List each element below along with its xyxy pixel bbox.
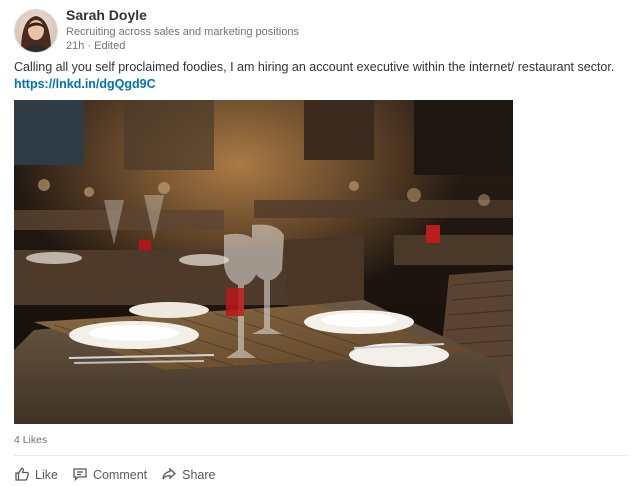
- post-image[interactable]: [14, 100, 513, 424]
- comment-icon: [72, 466, 93, 485]
- avatar[interactable]: [14, 9, 58, 53]
- thumbs-up-icon: [14, 466, 35, 485]
- share-label: Share: [182, 468, 216, 482]
- post-text: Calling all you self proclaimed foodies,…: [14, 60, 615, 74]
- comment-label: Comment: [92, 468, 148, 482]
- comment-button[interactable]: Comment: [72, 466, 147, 485]
- share-icon: [161, 466, 182, 485]
- post-link[interactable]: https://lnkd.in/dgQgd9C: [14, 77, 156, 91]
- share-button[interactable]: Share: [161, 466, 215, 485]
- like-button[interactable]: Like: [14, 466, 58, 485]
- author-headline: Recruiting across sales and marketing po…: [66, 26, 299, 38]
- likes-count[interactable]: 4 Likes: [14, 434, 47, 446]
- post-timestamp: 21h · Edited: [66, 40, 126, 52]
- divider: [14, 455, 628, 456]
- like-label: Like: [35, 468, 58, 482]
- author-name[interactable]: Sarah Doyle: [66, 7, 147, 23]
- feed-post: Sarah Doyle Recruiting across sales and …: [0, 0, 642, 487]
- post-actions: Like Comment Share: [14, 466, 229, 484]
